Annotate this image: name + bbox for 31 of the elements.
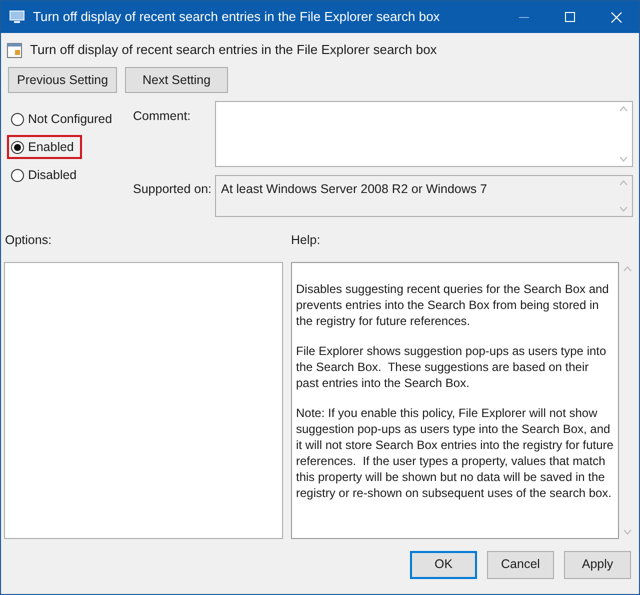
- help-label: Help:: [291, 232, 320, 249]
- help-paragraph: Disables suggesting recent queries for the Search Box and prevents entries into the Search Box from being stored in the registry for future references.: [296, 280, 610, 329]
- dialog-button[interactable]: OK: [410, 550, 477, 579]
- comment-field[interactable]: [215, 101, 633, 167]
- supported-on-field: At least Windows Server 2008 R2 or Windows 7: [215, 175, 633, 217]
- policy-title: Turn off display of recent search entries in the File Explorer search box: [30, 41, 437, 60]
- radio-option[interactable]: Enabled: [7, 135, 82, 159]
- supported-on-label: Supported on:: [132, 181, 213, 198]
- computer-icon: [9, 10, 25, 24]
- close-icon: [610, 12, 622, 22]
- scroll-up-icon[interactable]: [619, 106, 628, 112]
- radio-option[interactable]: Disabled: [7, 163, 85, 187]
- nav-button[interactable]: Previous Setting: [8, 67, 118, 93]
- scroll-down-icon[interactable]: [623, 528, 632, 535]
- help-paragraph: File Explorer shows suggestion pop-ups as users type into the Search Box. These suggestions are based on their past entries into the Search Box.: [296, 342, 608, 391]
- nav-button[interactable]: Next Setting: [125, 67, 228, 93]
- radio-button[interactable]: [11, 140, 24, 154]
- radio-button[interactable]: [11, 168, 24, 182]
- options-label: Options:: [5, 232, 53, 249]
- help-paragraph: Note: If you enable this policy, File Explorer will not show suggestion pop-ups as users type into the Search Box, and it will not store Search Box entries into the registry for future references. If the user types a property, values that match this property will be shown but no data will be saved in the registry or re-shown on subsequent uses of the search box.: [296, 404, 614, 501]
- policy-icon: [7, 42, 22, 58]
- dialog-button[interactable]: Apply: [564, 550, 631, 579]
- scroll-down-icon[interactable]: [619, 206, 628, 212]
- scroll-up-icon[interactable]: [619, 180, 628, 186]
- scroll-up-icon[interactable]: [623, 266, 632, 272]
- radio-option[interactable]: Not Configured: [7, 107, 120, 131]
- scroll-down-icon[interactable]: [619, 156, 628, 162]
- radio-button[interactable]: [11, 112, 24, 126]
- window-title: Turn off display of recent search entries in the File Explorer search box: [33, 8, 441, 26]
- dialog-button[interactable]: Cancel: [487, 550, 554, 579]
- comment-label: Comment:: [132, 108, 192, 125]
